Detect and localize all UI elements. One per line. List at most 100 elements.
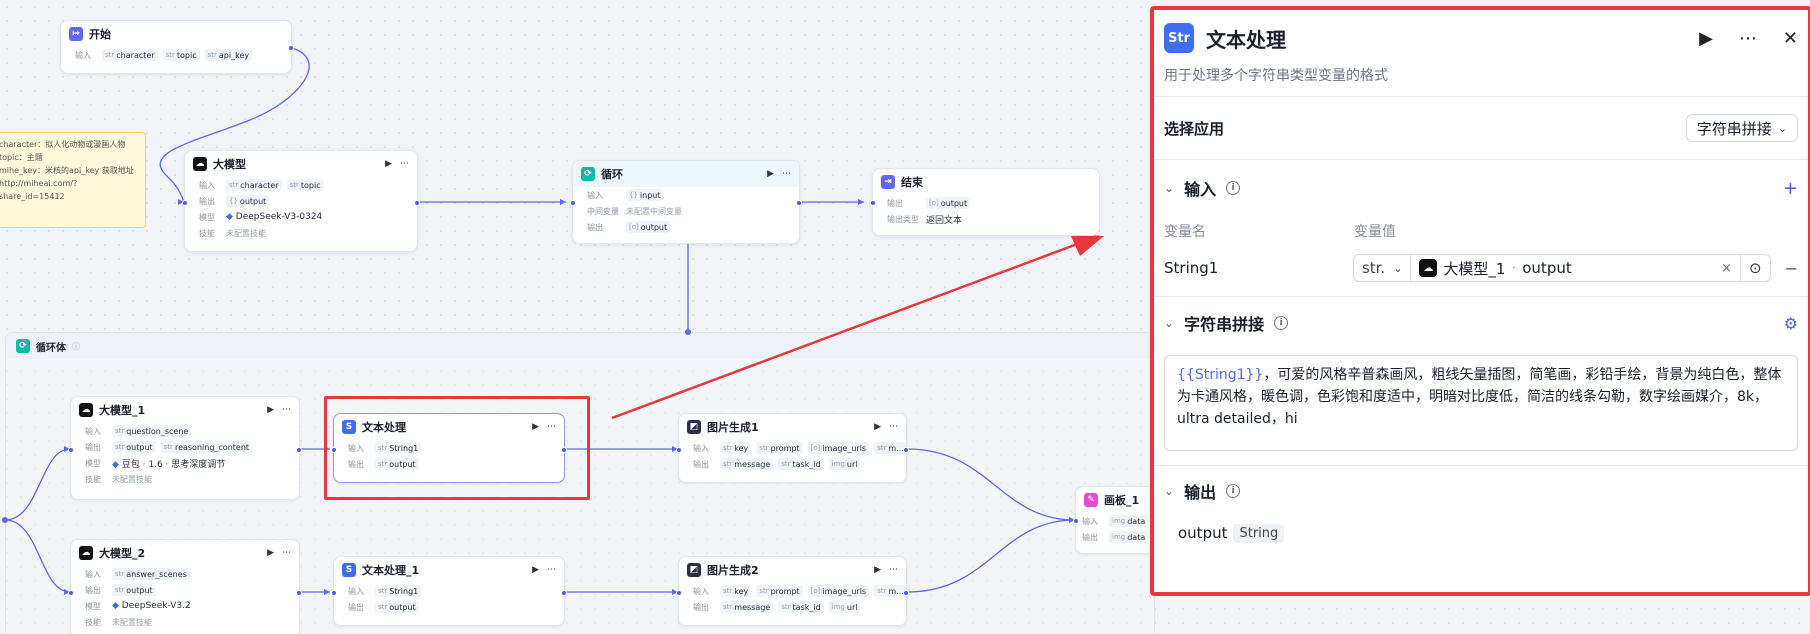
model-icon: ◆: [112, 459, 119, 470]
param-tag: [o] image_urls: [807, 585, 870, 597]
more-icon[interactable]: ⋯: [400, 159, 409, 169]
model-label: 模型: [85, 601, 101, 611]
info-icon[interactable]: i: [1274, 316, 1289, 330]
input-label: 输入: [587, 190, 603, 200]
var-type-select[interactable]: str. ⌄: [1354, 255, 1412, 281]
run-icon[interactable]: ▶: [767, 169, 774, 179]
input-label: 输入: [693, 443, 709, 453]
node-config-panel[interactable]: Str 文本处理 ▶ ⋯ ✕ 用于处理多个字符串类型变量的格式 选择应用 字符串…: [1150, 6, 1810, 596]
more-icon[interactable]: ⋯: [1739, 28, 1757, 49]
run-icon[interactable]: ▶: [874, 422, 881, 432]
llm-icon: ☁: [1419, 259, 1438, 277]
loop-node[interactable]: ⟳ 循环 ▶ ⋯ 输入 {} input 中间变量 未配置中间变量 输出 [o] ou…: [570, 160, 802, 244]
image-gen1-node-title: 图片生成1: [707, 421, 759, 434]
run-icon[interactable]: ▶: [532, 565, 539, 575]
input-port[interactable]: [570, 200, 576, 206]
param-tag: [o] output: [626, 221, 671, 233]
output-port[interactable]: [903, 590, 909, 596]
more-icon[interactable]: ⋯: [282, 405, 291, 415]
skill-label: 技能: [199, 228, 215, 238]
more-icon[interactable]: ⋯: [282, 548, 291, 558]
concat-template-editor[interactable]: {{String1}}，可爱的风格辛普森画风，粗线矢量插图，简笔画，彩铅手绘，背…: [1164, 355, 1798, 451]
end-node[interactable]: ⇥ 结束 输出 [o] output 输出类型 返回文本: [870, 168, 1100, 236]
output-port[interactable]: [288, 45, 294, 51]
model-name: ◆ DeepSeek-V3.2: [112, 601, 191, 611]
param-tag: img data: [1109, 531, 1149, 543]
gear-icon[interactable]: ⚙: [1784, 314, 1798, 333]
input-port[interactable]: [870, 200, 876, 206]
output-label: 输出: [587, 222, 603, 232]
output-port[interactable]: [296, 590, 302, 596]
input-port[interactable]: [331, 590, 337, 596]
param-tag: str output: [112, 441, 156, 453]
remove-icon[interactable]: −: [1785, 259, 1798, 278]
input-port[interactable]: [1073, 518, 1079, 524]
app-select[interactable]: 字符串拼接 ⌄: [1685, 114, 1798, 142]
input-row: String1 str. ⌄ ☁ 大模型_1 · output × ⊙ −: [1154, 246, 1808, 290]
output-port[interactable]: [561, 590, 567, 596]
output-port[interactable]: [414, 200, 420, 206]
image-gen2-node[interactable]: ◩ 图片生成2 ▶ ⋯ 输入 str key str prompt [o] image_…: [676, 556, 909, 626]
more-icon[interactable]: ⋯: [889, 565, 898, 575]
run-icon[interactable]: ▶: [267, 548, 274, 558]
input-label: 输入: [85, 569, 101, 579]
note-line: character：拟人化动物或漫画人物: [0, 140, 126, 149]
variable-picker-icon[interactable]: ⊙: [1740, 255, 1770, 281]
output-port[interactable]: [796, 200, 802, 206]
text-process1-node[interactable]: S 文本处理_1 ▶ ⋯ 输入 str String1 输出 str output: [331, 556, 567, 626]
skill-label: 技能: [85, 617, 101, 627]
var-reference[interactable]: ☁ 大模型_1 · output ×: [1411, 258, 1740, 279]
input-port[interactable]: [182, 200, 188, 206]
board-icon: ✎: [1084, 493, 1098, 507]
param-tag: str m...: [874, 585, 906, 597]
add-icon[interactable]: +: [1783, 178, 1798, 199]
input-port[interactable]: [676, 447, 682, 453]
output-label: 输出: [348, 602, 364, 612]
panel-title[interactable]: 文本处理: [1206, 24, 1286, 53]
col-value-header: 变量值: [1354, 224, 1396, 240]
chevron-down-icon[interactable]: ⌄: [1164, 181, 1174, 195]
input-label: 输入: [75, 50, 91, 60]
chevron-down-icon[interactable]: ⌄: [1164, 316, 1174, 330]
param-tag: str prompt: [756, 442, 803, 454]
output-section-header[interactable]: ⌄ 输出 i: [1154, 466, 1808, 516]
info-icon[interactable]: i: [1226, 181, 1241, 195]
model-name: ◆ 豆包 · 1.6 · 思考深度调节: [112, 459, 226, 470]
param-tag: str message: [720, 601, 774, 613]
more-icon[interactable]: ⋯: [547, 565, 556, 575]
run-icon[interactable]: ▶: [385, 159, 392, 169]
board-node[interactable]: ✎ 画板_1 输入 img data 输出 img data: [1073, 486, 1155, 554]
input-label: 输入: [199, 180, 215, 190]
more-icon[interactable]: ⋯: [782, 169, 791, 179]
clear-icon[interactable]: ×: [1721, 261, 1732, 276]
param-tag: img url: [828, 458, 861, 470]
app-select-section: 选择应用 字符串拼接 ⌄: [1154, 97, 1808, 159]
input-label: 输入: [85, 426, 101, 436]
output-port[interactable]: [903, 447, 909, 453]
run-icon[interactable]: ▶: [267, 405, 274, 415]
llm1-node[interactable]: ☁ 大模型_1 ▶ ⋯ 输入 str question_scene 输出 str ou…: [68, 396, 302, 500]
chevron-down-icon[interactable]: ⌄: [1164, 484, 1174, 498]
skill-value: 未配置技能: [112, 617, 152, 627]
image-gen1-node[interactable]: ◩ 图片生成1 ▶ ⋯ 输入 str key str prompt [o] image_…: [676, 413, 909, 483]
llm2-node[interactable]: ☁ 大模型_2 ▶ ⋯ 输入 str answer_scenes 输出 str out…: [68, 539, 302, 634]
llm-node[interactable]: ☁ 大模型 ▶ ⋯ 输入 str character str topic 输出 {} o…: [182, 150, 420, 252]
input-port[interactable]: [68, 590, 74, 596]
input-label: 输入: [1082, 516, 1098, 526]
start-node[interactable]: ↦ 开始 输入 str character str topic str api_key: [60, 20, 294, 74]
ref-field-name: output: [1522, 259, 1572, 277]
input-section-header[interactable]: ⌄ 输入 i +: [1154, 160, 1808, 216]
concat-section-header[interactable]: ⌄ 字符串拼接 i ⚙: [1154, 297, 1808, 349]
input-port[interactable]: [676, 590, 682, 596]
var-value-input[interactable]: str. ⌄ ☁ 大模型_1 · output × ⊙: [1352, 254, 1771, 282]
llm-icon: ☁: [79, 403, 93, 417]
input-port[interactable]: [68, 447, 74, 453]
more-icon[interactable]: ⋯: [889, 422, 898, 432]
output-port[interactable]: [296, 447, 302, 453]
app-select-value: 字符串拼接: [1696, 119, 1772, 138]
sticky-note[interactable]: character：拟人化动物或漫画人物 topic：主题 mihe_key：米…: [0, 132, 146, 228]
run-icon[interactable]: ▶: [874, 565, 881, 575]
close-icon[interactable]: ✕: [1783, 28, 1798, 49]
run-icon[interactable]: ▶: [1699, 28, 1713, 49]
info-icon[interactable]: i: [1226, 484, 1241, 498]
